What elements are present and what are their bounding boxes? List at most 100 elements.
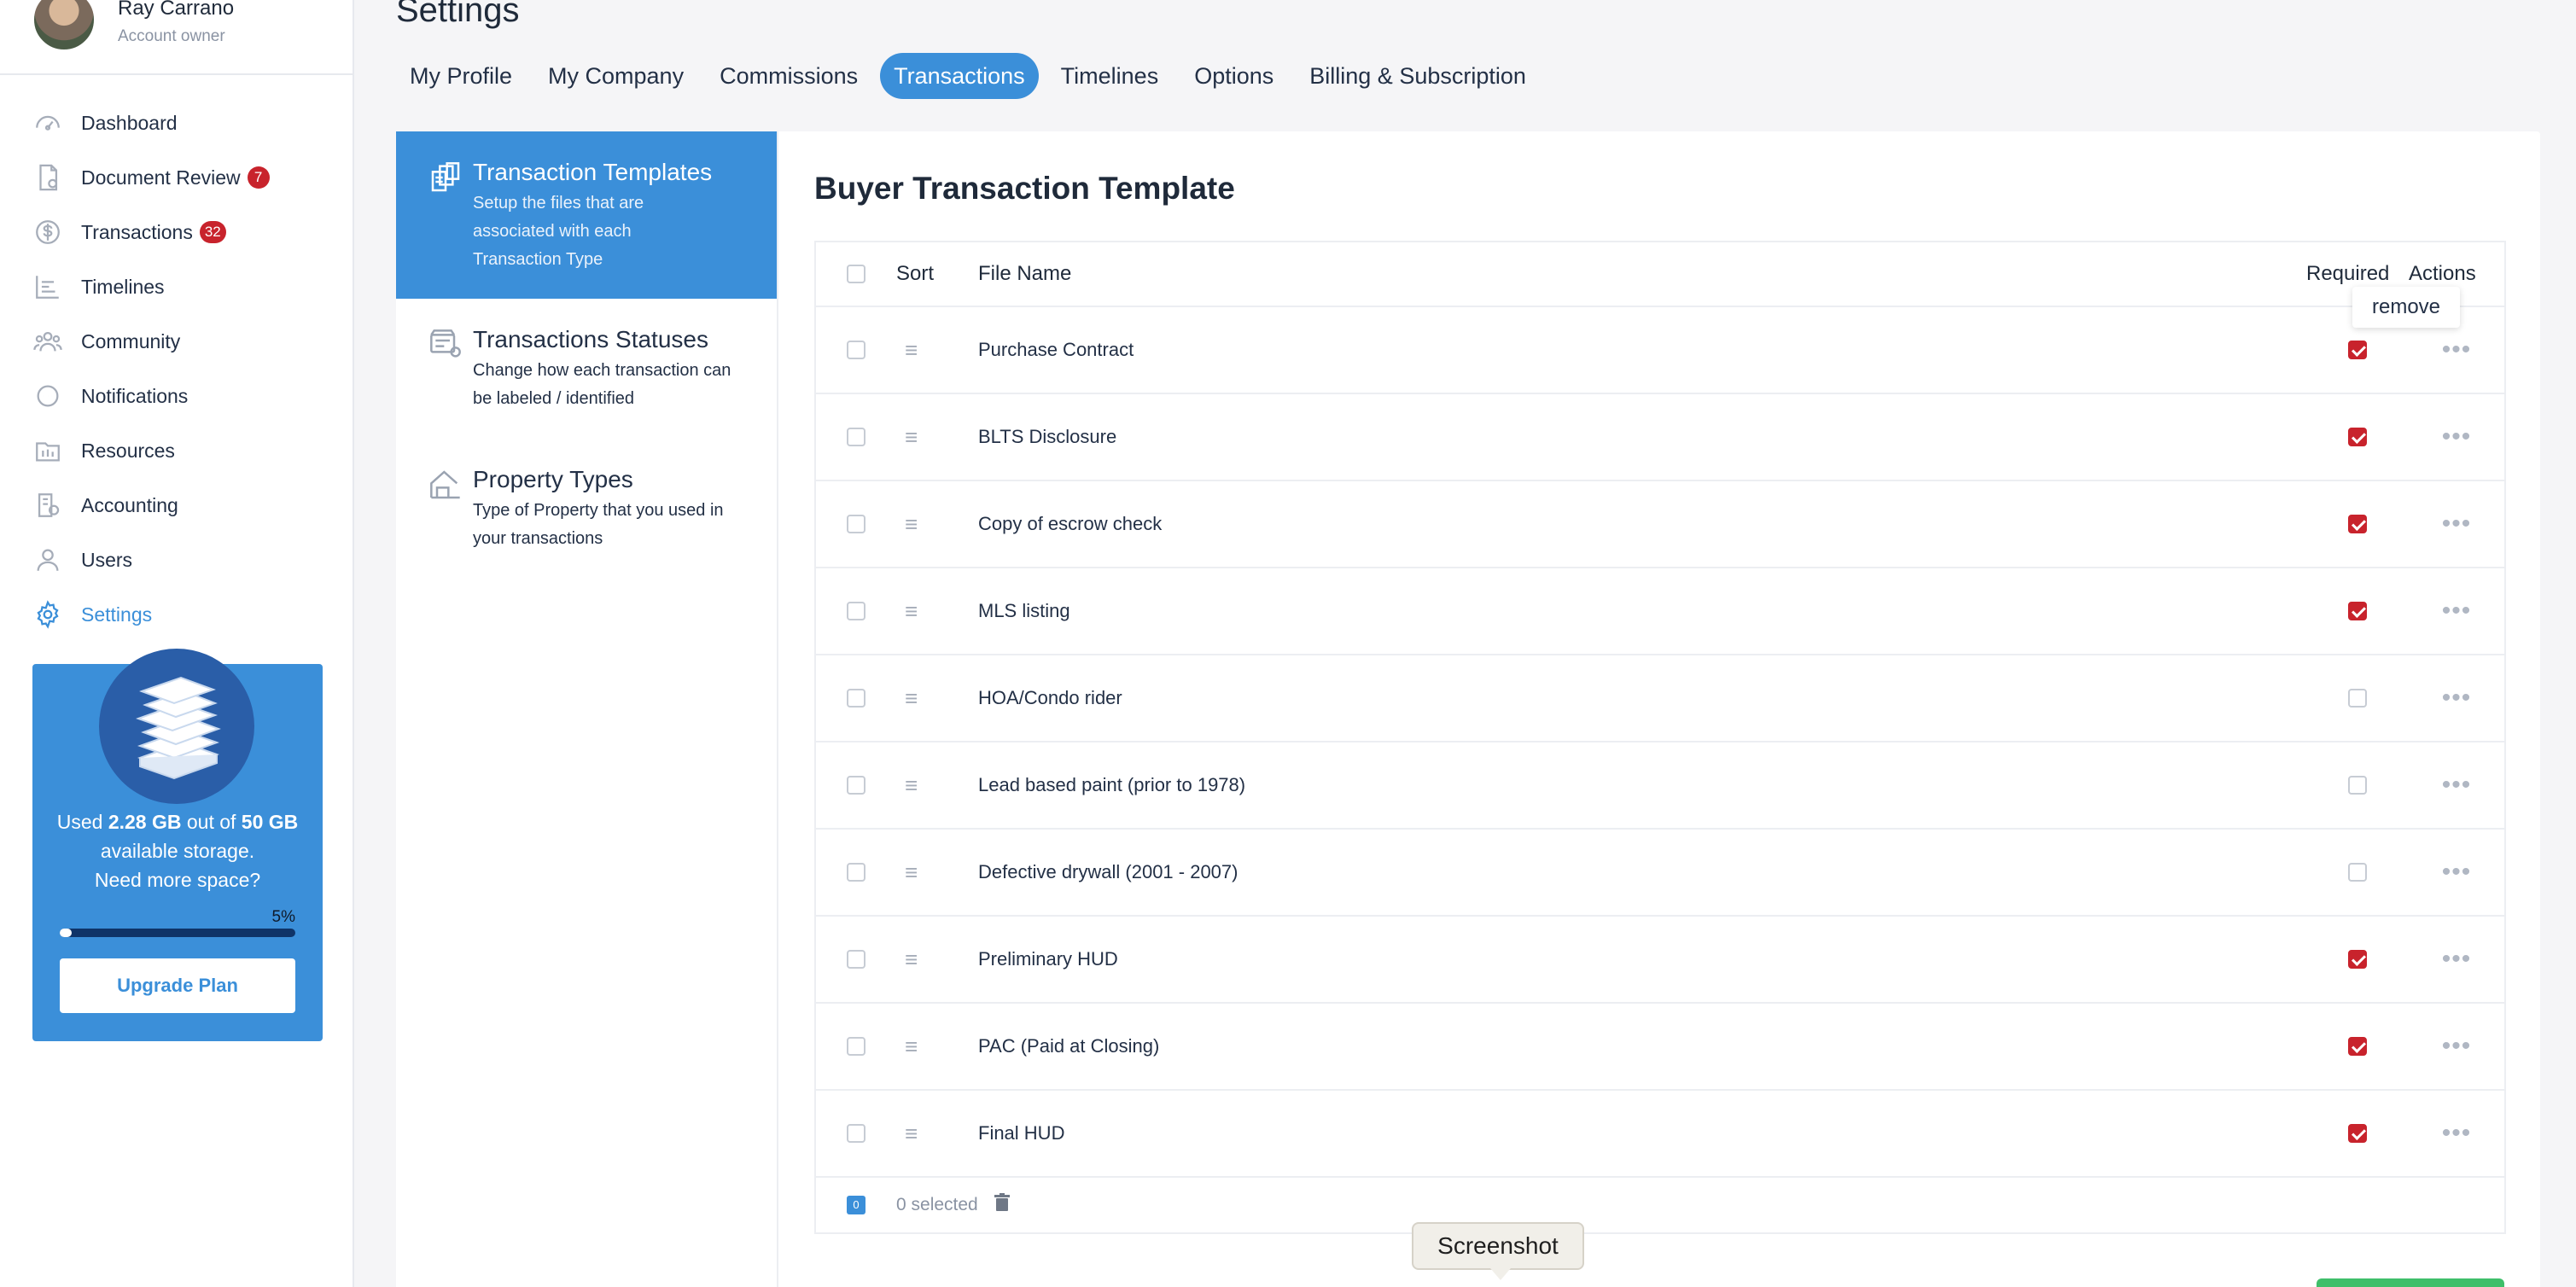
more-actions-icon[interactable]: ••• <box>2442 945 2472 974</box>
status-settings-icon <box>428 328 463 362</box>
save-button[interactable] <box>2317 1278 2504 1287</box>
more-actions-icon[interactable]: ••• <box>2442 858 2472 887</box>
row-sort-cell: ≡ <box>896 946 978 973</box>
drag-handle-icon[interactable]: ≡ <box>905 424 918 451</box>
row-checkbox[interactable] <box>847 1124 865 1143</box>
drag-handle-icon[interactable]: ≡ <box>905 1121 918 1147</box>
more-actions-icon[interactable]: ••• <box>2442 771 2472 800</box>
sidebar-item-label: Accounting <box>81 493 178 516</box>
drag-handle-icon[interactable]: ≡ <box>905 772 918 799</box>
select-all-checkbox[interactable] <box>847 265 865 283</box>
column-required: Required <box>2306 262 2390 285</box>
house-icon <box>428 468 463 502</box>
tab-options[interactable]: Options <box>1180 53 1287 99</box>
row-actions-cell: ••• <box>2409 597 2504 626</box>
row-select-cell <box>816 950 896 969</box>
avatar[interactable] <box>32 0 96 51</box>
timeline-icon <box>31 270 65 304</box>
required-checkbox[interactable] <box>2348 1037 2367 1056</box>
required-checkbox[interactable] <box>2348 689 2367 708</box>
menu-item-title: Transactions Statuses <box>473 326 708 352</box>
more-actions-icon[interactable]: ••• <box>2442 597 2472 626</box>
menu-item-transaction-statuses[interactable]: Transactions Statuses Change how each tr… <box>396 299 777 439</box>
tab-timelines[interactable]: Timelines <box>1047 53 1173 99</box>
row-checkbox[interactable] <box>847 950 865 969</box>
sidebar-item-label: Document Review <box>81 166 241 189</box>
more-actions-icon[interactable]: ••• <box>2442 684 2472 713</box>
row-required-cell <box>2306 602 2409 620</box>
row-sort-cell: ≡ <box>896 598 978 625</box>
trash-icon[interactable] <box>994 1193 1011 1217</box>
row-checkbox[interactable] <box>847 602 865 620</box>
required-checkbox[interactable] <box>2348 341 2367 359</box>
sidebar-item-accounting[interactable]: Accounting <box>0 478 354 533</box>
sidebar-item-document-review[interactable]: Document Review 7 <box>0 150 354 205</box>
upgrade-plan-button[interactable]: Upgrade Plan <box>60 958 295 1013</box>
more-actions-icon[interactable]: ••• <box>2442 510 2472 539</box>
table-body: ≡ Purchase Contract ••• ≡ BLTS Disclosure •••… <box>816 307 2504 1178</box>
tab-commissions[interactable]: Commissions <box>706 53 871 99</box>
table-row: ≡ MLS listing ••• <box>816 568 2504 655</box>
transaction-settings-menu: Transaction Templates Setup the files th… <box>396 131 778 1287</box>
sidebar-item-settings[interactable]: Settings <box>0 587 354 642</box>
drag-handle-icon[interactable]: ≡ <box>905 946 918 973</box>
drag-handle-icon[interactable]: ≡ <box>905 859 918 886</box>
tab-transactions[interactable]: Transactions <box>880 53 1039 99</box>
menu-item-property-types[interactable]: Property Types Type of Property that you… <box>396 439 777 579</box>
sidebar-item-timelines[interactable]: Timelines <box>0 259 354 314</box>
settings-card: Transaction Templates Setup the files th… <box>396 131 2540 1287</box>
count-badge: 32 <box>199 221 226 243</box>
sidebar-item-resources[interactable]: Resources <box>0 423 354 478</box>
sidebar-item-dashboard[interactable]: Dashboard <box>0 96 354 150</box>
menu-item-transaction-templates[interactable]: Transaction Templates Setup the files th… <box>396 131 777 299</box>
file-name: Preliminary HUD <box>978 948 1118 970</box>
row-checkbox[interactable] <box>847 515 865 533</box>
required-checkbox[interactable] <box>2348 863 2367 882</box>
required-checkbox[interactable] <box>2348 776 2367 795</box>
required-checkbox[interactable] <box>2348 428 2367 446</box>
remove-popover[interactable]: remove <box>2352 287 2460 328</box>
drag-handle-icon[interactable]: ≡ <box>905 685 918 712</box>
required-checkbox[interactable] <box>2348 515 2367 533</box>
row-checkbox[interactable] <box>847 689 865 708</box>
row-actions-cell: ••• <box>2409 1032 2504 1061</box>
row-actions-cell: ••• <box>2409 771 2504 800</box>
sidebar-item-community[interactable]: Community <box>0 314 354 369</box>
more-actions-icon[interactable]: ••• <box>2442 335 2472 364</box>
more-actions-icon[interactable]: ••• <box>2442 1032 2472 1061</box>
drag-handle-icon[interactable]: ≡ <box>905 511 918 538</box>
row-select-cell <box>816 863 896 882</box>
required-checkbox[interactable] <box>2348 602 2367 620</box>
more-actions-icon[interactable]: ••• <box>2442 422 2472 451</box>
row-checkbox[interactable] <box>847 341 865 359</box>
row-checkbox[interactable] <box>847 428 865 446</box>
drag-handle-icon[interactable]: ≡ <box>905 337 918 364</box>
user-icon <box>31 543 65 577</box>
sidebar-item-label: Settings <box>81 603 153 626</box>
dollar-icon <box>31 215 65 249</box>
required-checkbox[interactable] <box>2348 950 2367 969</box>
row-sort-cell: ≡ <box>896 337 978 364</box>
row-checkbox[interactable] <box>847 1037 865 1056</box>
count-badge: 7 <box>247 166 270 189</box>
table-header: Sort File Name Required Actions <box>816 242 2504 307</box>
sidebar-item-notifications[interactable]: Notifications <box>0 369 354 423</box>
row-checkbox[interactable] <box>847 776 865 795</box>
tab-my-company[interactable]: My Company <box>534 53 697 99</box>
profile[interactable]: Ray Carrano Account owner <box>32 0 354 75</box>
sidebar-item-users[interactable]: Users <box>0 533 354 587</box>
tab-billing-subscription[interactable]: Billing & Subscription <box>1296 53 1540 99</box>
page-title: Settings <box>396 0 520 29</box>
drag-handle-icon[interactable]: ≡ <box>905 598 918 625</box>
divider <box>0 73 354 75</box>
table-row: ≡ Lead based paint (prior to 1978) ••• <box>816 742 2504 830</box>
more-actions-icon[interactable]: ••• <box>2442 1119 2472 1148</box>
row-checkbox[interactable] <box>847 863 865 882</box>
drag-handle-icon[interactable]: ≡ <box>905 1034 918 1060</box>
table-row: ≡ Purchase Contract ••• <box>816 307 2504 394</box>
row-actions-cell: ••• <box>2409 422 2504 451</box>
required-checkbox[interactable] <box>2348 1124 2367 1143</box>
template-title: Buyer Transaction Template <box>814 171 1235 206</box>
sidebar-item-transactions[interactable]: Transactions 32 <box>0 205 354 259</box>
tab-my-profile[interactable]: My Profile <box>396 53 526 99</box>
